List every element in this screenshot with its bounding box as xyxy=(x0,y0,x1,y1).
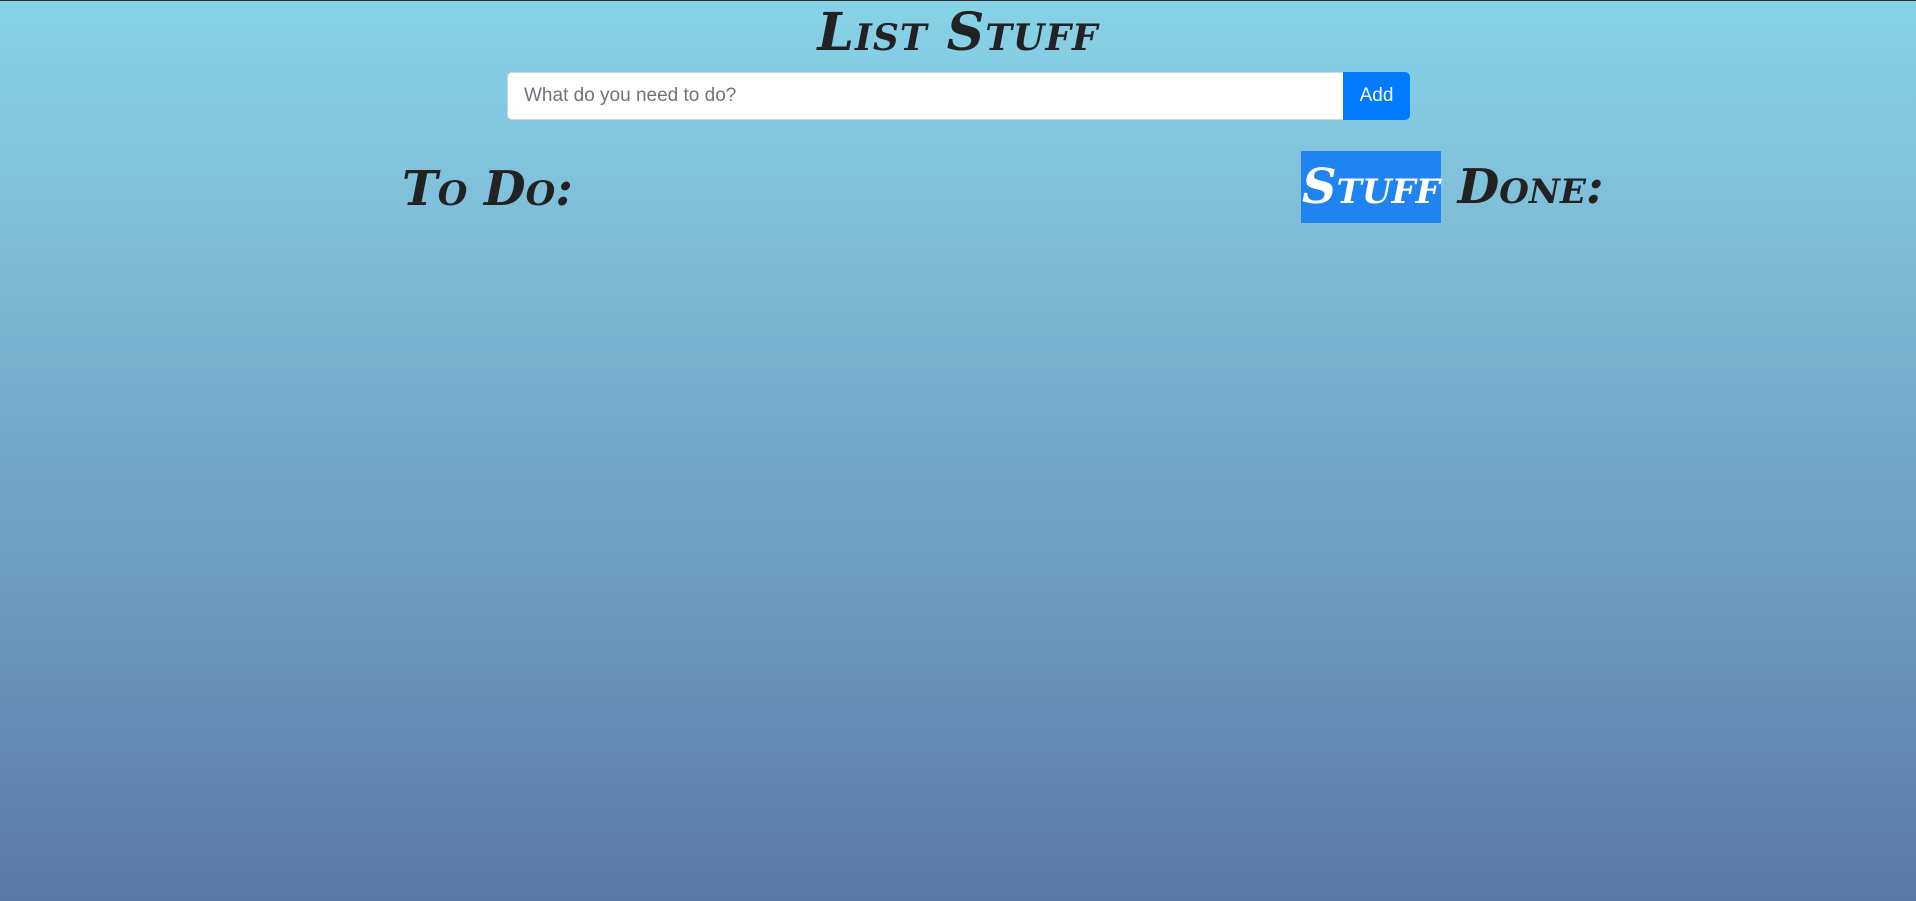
todo-list xyxy=(402,231,1102,871)
add-button[interactable]: Add xyxy=(1343,72,1410,120)
page-title: List Stuff xyxy=(817,2,1099,63)
done-heading-selected-text: Stuff xyxy=(1301,151,1441,223)
task-input[interactable] xyxy=(507,72,1343,120)
todo-heading: To Do: xyxy=(402,161,574,217)
done-heading: Stuff Done: xyxy=(1301,151,1604,223)
done-heading-rest: Done: xyxy=(1440,159,1604,215)
done-list xyxy=(1301,231,1801,871)
add-task-form: Add xyxy=(507,72,1410,120)
